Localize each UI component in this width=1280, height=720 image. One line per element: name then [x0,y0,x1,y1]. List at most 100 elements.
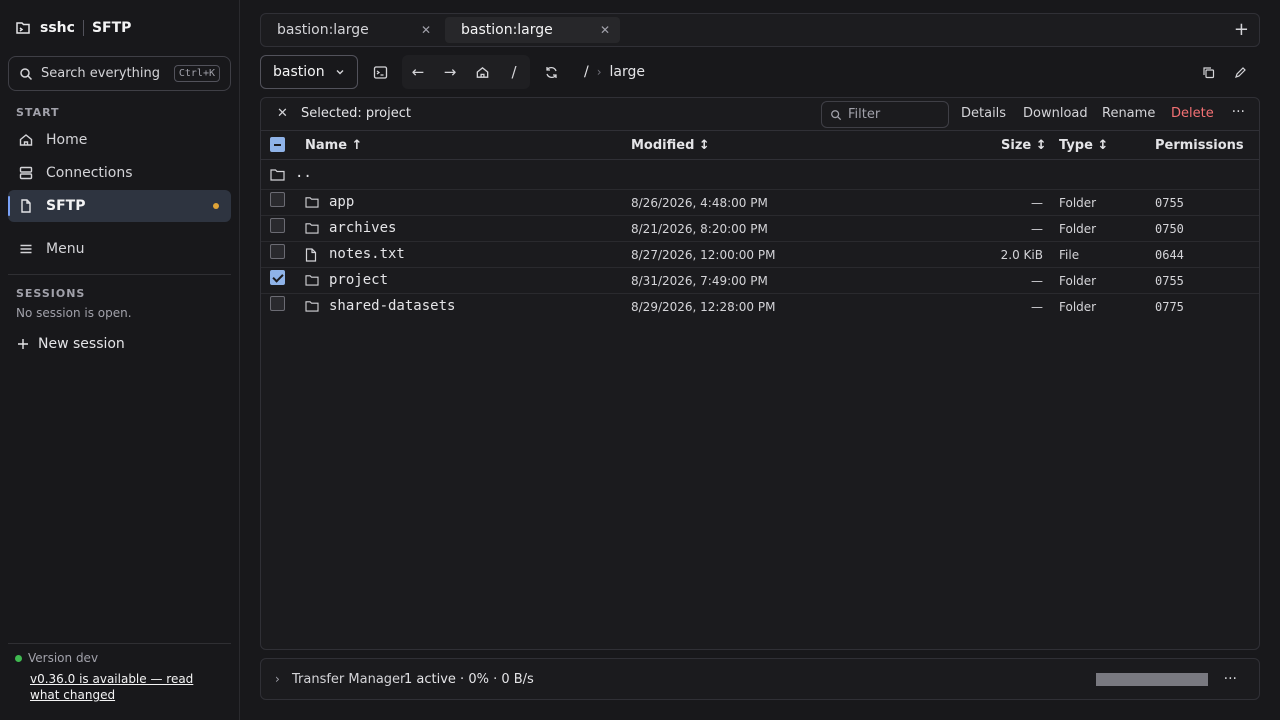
file-permissions: 0755 [1155,196,1184,210]
table-row[interactable]: app 8/26/2026, 4:48:00 PM — Folder 0755 [261,190,1259,216]
transfer-manager: › Transfer Manager 1 active · 0% · 0 B/s… [260,658,1260,700]
table-row[interactable]: notes.txt 8/27/2026, 12:00:00 PM 2.0 KiB… [261,242,1259,268]
file-modified: 8/27/2026, 12:00:00 PM [631,248,776,262]
row-checkbox[interactable] [270,192,285,207]
file-type: Folder [1059,300,1097,314]
refresh-icon[interactable] [538,59,564,85]
download-button[interactable]: Download [1023,106,1088,121]
transfer-more-icon[interactable]: ··· [1224,671,1237,687]
folder-icon [305,196,319,211]
app-name: sshc [40,20,75,36]
file-modified: 8/26/2026, 4:48:00 PM [631,196,768,210]
more-actions-icon[interactable]: ··· [1232,104,1245,120]
transfer-stats: 1 active · 0% · 0 B/s [404,672,534,687]
file-permissions: 0644 [1155,248,1184,262]
terminal-icon[interactable] [367,59,393,85]
close-tab-icon[interactable]: ✕ [600,23,610,37]
start-section-label: START [16,106,60,119]
search-icon [19,67,33,81]
clear-selection-close-icon[interactable]: ✕ [277,106,288,121]
search-everything[interactable]: Search everything Ctrl+K [8,56,231,91]
table-row[interactable]: shared-datasets 8/29/2026, 12:28:00 PM —… [261,294,1259,320]
parent-directory-row[interactable]: .. [261,161,1259,190]
selection-bar: ✕ Selected: project Filter Details Downl… [261,98,1259,131]
table-row[interactable]: archives 8/21/2026, 8:20:00 PM — Folder … [261,216,1259,242]
sidebar-item-home[interactable]: Home [8,124,231,156]
tab-bastion-large-2[interactable]: bastion:large ✕ [445,17,620,43]
update-link[interactable]: v0.36.0 is available — read what changed [30,671,220,703]
edit-path-icon[interactable] [1227,59,1253,85]
delete-button[interactable]: Delete [1171,106,1214,121]
chevron-right-icon: › [596,65,602,79]
brand[interactable]: sshc SFTP [14,17,131,39]
folder-icon [305,222,319,237]
row-checkbox[interactable] [270,244,285,259]
file-size: — [1031,300,1043,314]
close-tab-icon[interactable]: ✕ [421,23,431,37]
file-type: Folder [1059,222,1097,236]
filter-input[interactable]: Filter [821,101,949,128]
row-checkbox[interactable] [270,270,285,285]
search-icon [830,109,842,121]
sftp-toolbar: bastion ← → / / › large [260,55,1260,89]
root-dir-button[interactable]: / [501,59,527,85]
file-size: 2.0 KiB [1000,248,1043,262]
sidebar-item-label: Menu [46,241,85,257]
sidebar-divider [8,274,231,275]
file-size: — [1031,222,1043,236]
plus-icon [16,337,30,351]
new-tab-plus-icon[interactable]: + [1234,19,1249,40]
server-icon [18,165,34,181]
version-info: Version dev [15,651,98,665]
column-size[interactable]: Size ↕ [1001,138,1047,153]
folder-icon [305,300,319,315]
brand-divider [82,20,84,36]
transfer-progress-bar [1096,673,1208,686]
search-shortcut: Ctrl+K [173,65,220,82]
back-arrow-icon[interactable]: ← [405,59,431,85]
sidebar-item-sftp[interactable]: SFTP [8,190,231,222]
row-checkbox[interactable] [270,296,285,311]
section-name: SFTP [91,20,132,36]
file-modified: 8/29/2026, 12:28:00 PM [631,300,776,314]
app-logo-icon [14,19,32,37]
file-name: archives [329,220,397,236]
sidebar-item-label: Connections [46,165,133,181]
column-type[interactable]: Type ↕ [1059,138,1108,153]
host-select[interactable]: bastion [260,55,358,89]
file-name: notes.txt [329,246,405,262]
file-browser-panel: ✕ Selected: project Filter Details Downl… [260,97,1260,650]
folder-icon [270,168,285,181]
file-name: shared-datasets [329,298,456,314]
column-permissions[interactable]: Permissions [1155,138,1244,153]
menu-icon [18,241,34,257]
folder-icon [305,274,319,289]
chevron-down-icon [335,67,345,77]
rename-button[interactable]: Rename [1102,106,1155,121]
select-all-checkbox[interactable] [270,137,285,152]
transfer-manager-title[interactable]: Transfer Manager [292,672,405,687]
sidebar-item-menu[interactable]: Menu [8,233,231,265]
column-name[interactable]: Name ↑ [305,138,362,153]
home-icon [18,132,34,148]
no-session-text: No session is open. [16,306,132,320]
details-button[interactable]: Details [961,106,1006,121]
forward-arrow-icon[interactable]: → [437,59,463,85]
home-dir-icon[interactable] [469,59,495,85]
copy-path-icon[interactable] [1195,59,1221,85]
new-session-button[interactable]: New session [16,336,125,352]
row-checkbox[interactable] [270,218,285,233]
tab-bastion-large-1[interactable]: bastion:large ✕ [261,17,441,43]
file-icon [18,198,34,214]
file-permissions: 0775 [1155,300,1184,314]
sessions-section-label: SESSIONS [16,287,86,300]
sidebar-item-connections[interactable]: Connections [8,157,231,189]
selection-text: Selected: project [301,106,411,121]
table-row-selected[interactable]: project 8/31/2026, 7:49:00 PM — Folder 0… [261,268,1259,294]
breadcrumb-current[interactable]: large [610,64,645,80]
breadcrumb-root[interactable]: / [584,64,589,80]
tab-label: bastion:large [461,22,553,38]
expand-chevron-icon[interactable]: › [275,672,280,686]
sidebar-item-label: Home [46,132,88,148]
column-modified[interactable]: Modified ↕ [631,138,710,153]
